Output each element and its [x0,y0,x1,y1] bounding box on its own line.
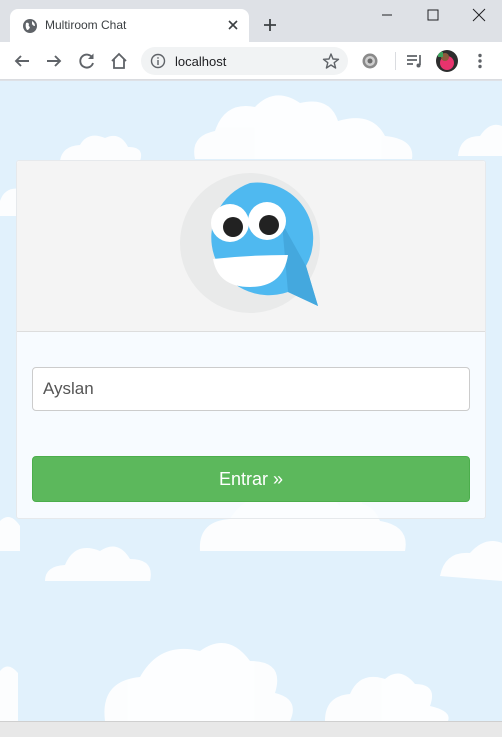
maximize-icon[interactable] [410,0,456,30]
os-taskbar [0,721,502,737]
page-viewport: Entrar » [0,81,502,721]
minimize-icon[interactable] [364,0,410,30]
forward-arrow-icon[interactable] [44,51,64,71]
close-tab-icon[interactable] [225,17,241,33]
info-icon[interactable] [150,53,166,69]
profile-avatar[interactable] [436,50,458,72]
more-menu-icon[interactable] [470,51,490,71]
bookmark-star-icon[interactable] [322,52,340,70]
address-url: localhost [175,54,227,69]
chat-bubble-smiley-logo [180,173,320,313]
back-arrow-icon[interactable] [12,51,32,71]
browser-toolbar: localhost [0,42,502,80]
address-bar[interactable]: localhost [141,47,348,75]
enter-button[interactable]: Entrar » [32,456,470,502]
new-tab-icon[interactable] [260,15,280,35]
tab-strip: Multiroom Chat [0,0,502,42]
toolbar-divider [395,52,396,70]
media-queue-icon[interactable] [405,51,425,71]
avatar-image [436,50,458,72]
home-icon[interactable] [109,51,129,71]
globe-icon [23,19,37,33]
login-card: Entrar » [16,160,486,519]
tab-title: Multiroom Chat [45,18,127,32]
login-card-header [17,161,485,332]
reload-icon[interactable] [77,51,97,71]
extension-gear-icon[interactable] [360,51,380,71]
browser-tab[interactable]: Multiroom Chat [10,9,249,42]
nickname-input[interactable] [32,367,470,411]
close-window-icon[interactable] [456,0,502,30]
